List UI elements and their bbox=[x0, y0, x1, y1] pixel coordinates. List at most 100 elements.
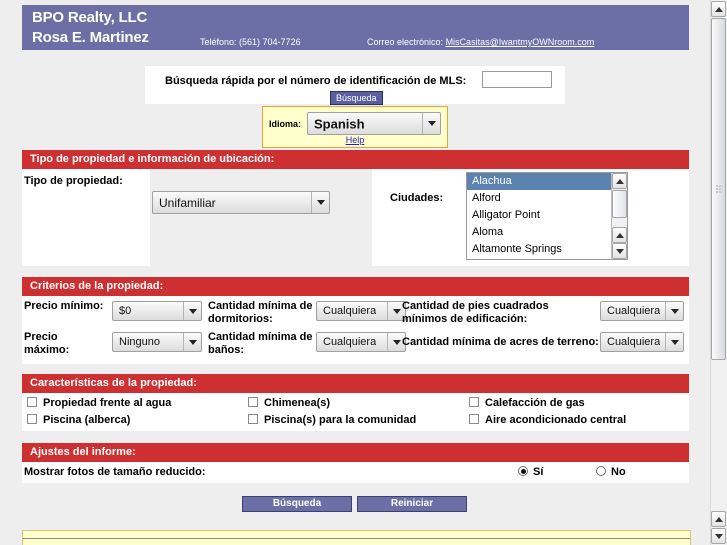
scroll-up-icon-2[interactable] bbox=[612, 227, 627, 243]
quick-search-button[interactable]: Búsqueda bbox=[330, 91, 383, 105]
feature-pool[interactable]: Piscina (alberca) bbox=[27, 414, 130, 426]
mls-id-input[interactable] bbox=[482, 71, 552, 88]
max-price-select[interactable]: Ninguno bbox=[112, 332, 202, 352]
quick-search-label: Búsqueda rápida por el número de identif… bbox=[165, 75, 467, 87]
property-type-value: Unifamiliar bbox=[159, 195, 216, 210]
feature-fireplace[interactable]: Chimenea(s) bbox=[248, 397, 330, 409]
radio-icon[interactable] bbox=[596, 466, 606, 476]
feature-waterfront[interactable]: Propiedad frente al agua bbox=[27, 397, 171, 409]
list-item[interactable]: Alachua bbox=[467, 173, 627, 190]
footer-panel bbox=[22, 530, 691, 545]
min-sqft-select[interactable]: Cualquiera bbox=[600, 301, 684, 321]
checkbox-icon[interactable] bbox=[27, 414, 37, 424]
checkbox-icon[interactable] bbox=[27, 397, 37, 407]
min-acres-select[interactable]: Cualquiera bbox=[600, 332, 684, 352]
checkbox-icon[interactable] bbox=[469, 414, 479, 424]
scroll-down-icon[interactable] bbox=[612, 243, 627, 259]
section-criteria: Criterios de la propiedad: Precio mínimo… bbox=[22, 277, 689, 364]
list-item[interactable]: Alford bbox=[467, 190, 627, 207]
min-bedrooms-select[interactable]: Cualquiera bbox=[316, 301, 406, 321]
scroll-up-icon-2[interactable] bbox=[711, 511, 726, 527]
section-features: Características de la propiedad: Propied… bbox=[22, 374, 689, 431]
company-name: BPO Realty, LLC bbox=[32, 9, 148, 26]
window-scrollbar[interactable] bbox=[710, 0, 727, 545]
footer-panel-inner bbox=[23, 538, 690, 545]
chevron-down-icon bbox=[422, 113, 440, 134]
chevron-down-icon bbox=[183, 302, 201, 320]
scroll-down-icon[interactable] bbox=[711, 528, 726, 544]
chevron-down-icon bbox=[183, 333, 201, 351]
max-price-label: Precio máximo: bbox=[24, 331, 70, 356]
search-button[interactable]: Búsqueda bbox=[242, 496, 352, 512]
min-bathrooms-value: Cualquiera bbox=[323, 336, 377, 348]
min-sqft-label: Cantidad de pies cuadrados mínimos de ed… bbox=[402, 300, 549, 325]
checkbox-icon[interactable] bbox=[248, 397, 258, 407]
language-select[interactable]: Spanish bbox=[307, 112, 441, 135]
cities-scrollbar[interactable] bbox=[611, 173, 627, 259]
language-box: Idioma: Spanish Help bbox=[262, 106, 448, 148]
min-acres-value: Cualquiera bbox=[607, 336, 661, 348]
feature-label: Piscina(s) para la comunidad bbox=[264, 414, 417, 426]
scrollbar-thumb[interactable] bbox=[612, 190, 627, 218]
feature-central-ac[interactable]: Aire acondicionado central bbox=[469, 414, 626, 426]
agent-name: Rosa E. Martinez bbox=[32, 29, 149, 46]
max-price-value: Ninguno bbox=[119, 336, 160, 348]
list-item[interactable]: Altamonte Springs bbox=[467, 241, 627, 258]
thumbnails-no[interactable]: No bbox=[596, 466, 626, 478]
checkbox-icon[interactable] bbox=[469, 397, 479, 407]
chevron-down-icon bbox=[311, 192, 329, 213]
checkbox-icon[interactable] bbox=[248, 414, 258, 424]
help-link[interactable]: Help bbox=[263, 135, 447, 145]
feature-label: Calefacción de gas bbox=[485, 397, 585, 409]
page-content: BPO Realty, LLC Rosa E. Martinez Teléfon… bbox=[0, 0, 711, 545]
thumbnails-label: Mostrar fotos de tamaño reducido: bbox=[24, 466, 206, 478]
thumbnails-no-label: No bbox=[611, 466, 626, 478]
min-price-select[interactable]: $0 bbox=[112, 301, 202, 321]
language-label: Idioma: bbox=[269, 119, 302, 129]
section-report-body: Mostrar fotos de tamaño reducido: Sí No bbox=[22, 462, 689, 483]
feature-label: Piscina (alberca) bbox=[43, 414, 131, 426]
section-criteria-title: Criterios de la propiedad: bbox=[22, 277, 689, 296]
min-acres-label: Cantidad mínima de acres de terreno: bbox=[402, 336, 599, 348]
reset-button[interactable]: Reiniciar bbox=[357, 496, 467, 512]
scroll-up-icon[interactable] bbox=[711, 1, 726, 17]
min-bathrooms-select[interactable]: Cualquiera bbox=[316, 332, 406, 352]
grip-icon bbox=[715, 184, 722, 194]
feature-gas-heat[interactable]: Calefacción de gas bbox=[469, 397, 585, 409]
section-criteria-body: Precio mínimo: $0 Cantidad mínima de dor… bbox=[22, 296, 689, 364]
min-price-label: Precio mínimo: bbox=[24, 300, 104, 312]
brand-header: BPO Realty, LLC Rosa E. Martinez Teléfon… bbox=[22, 5, 689, 50]
chevron-down-icon bbox=[665, 333, 683, 351]
section-report-title: Ajustes del informe: bbox=[22, 443, 689, 462]
scroll-up-icon[interactable] bbox=[612, 173, 627, 189]
section-features-title: Características de la propiedad: bbox=[22, 374, 689, 393]
list-item[interactable]: Alligator Point bbox=[467, 207, 627, 224]
section-features-body: Propiedad frente al agua Chimenea(s) Cal… bbox=[22, 393, 689, 431]
min-bathrooms-label: Cantidad mínima de baños: bbox=[208, 331, 313, 356]
email-block: Correo electrónico: MisCasitas@IwantmyOW… bbox=[367, 37, 594, 47]
min-bedrooms-value: Cualquiera bbox=[323, 305, 377, 317]
page-root: BPO Realty, LLC Rosa E. Martinez Teléfon… bbox=[0, 0, 727, 545]
scrollbar-thumb[interactable] bbox=[711, 18, 726, 360]
phone-label: Teléfono: (561) 704-7726 bbox=[200, 37, 301, 47]
cities-label-2: Ciudades: bbox=[390, 192, 444, 204]
section-property-type-title: Tipo de propiedad e información de ubica… bbox=[22, 150, 689, 169]
email-link[interactable]: MisCasitas@IwantmyOWNroom.com bbox=[446, 37, 595, 47]
language-select-value: Spanish bbox=[314, 116, 365, 131]
cities-listbox[interactable]: Alachua Alford Alligator Point Aloma Alt… bbox=[466, 172, 628, 260]
feature-label: Chimenea(s) bbox=[264, 397, 331, 409]
property-type-select[interactable]: Unifamiliar bbox=[152, 191, 330, 214]
min-price-value: $0 bbox=[119, 305, 132, 317]
radio-icon[interactable] bbox=[518, 466, 528, 476]
feature-community-pool[interactable]: Piscina(s) para la comunidad bbox=[248, 414, 416, 426]
email-label: Correo electrónico: bbox=[367, 37, 444, 47]
feature-label: Aire acondicionado central bbox=[485, 414, 627, 426]
min-bedrooms-label: Cantidad mínima de dormitorios: bbox=[208, 300, 313, 325]
thumbnails-yes-label: Sí bbox=[533, 466, 544, 478]
property-type-label: Tipo de propiedad: bbox=[24, 175, 123, 187]
section-report-settings: Ajustes del informe: Mostrar fotos de ta… bbox=[22, 443, 689, 483]
list-item[interactable]: Aloma bbox=[467, 224, 627, 241]
min-sqft-value: Cualquiera bbox=[607, 305, 661, 317]
thumbnails-yes[interactable]: Sí bbox=[518, 466, 543, 478]
chevron-down-icon bbox=[665, 302, 683, 320]
